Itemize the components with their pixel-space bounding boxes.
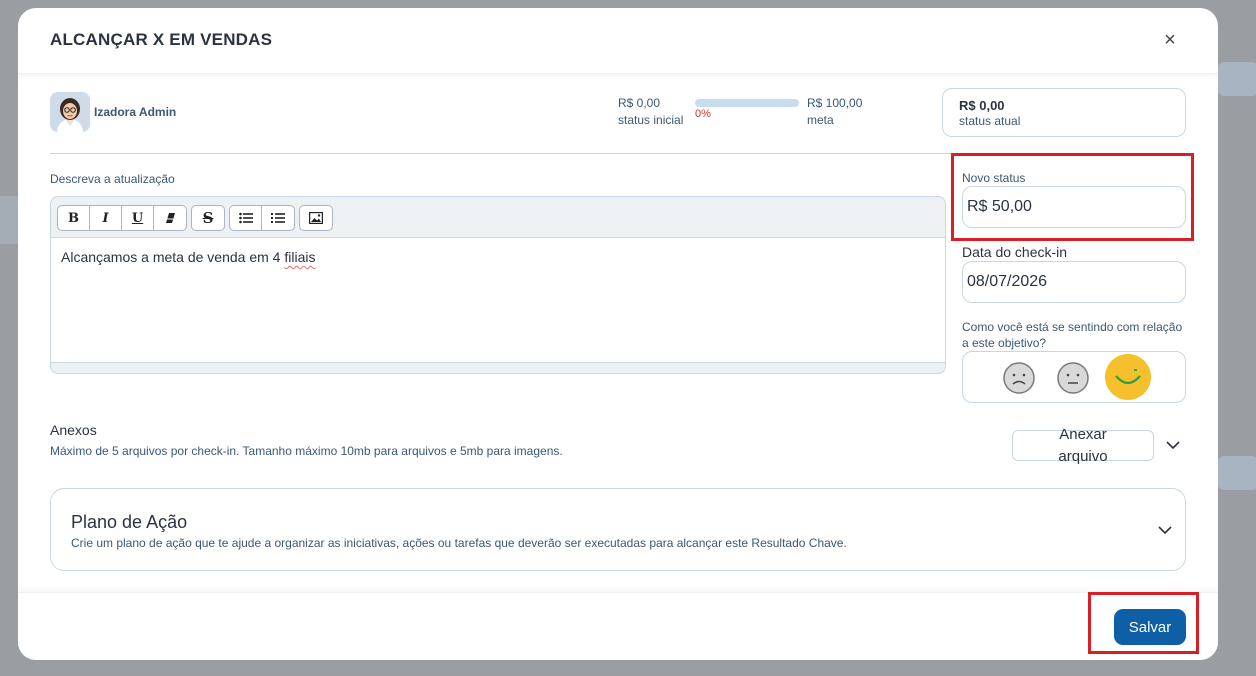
bold-icon[interactable]: B <box>58 206 90 230</box>
initial-value: R$ 0,00 <box>618 96 661 110</box>
progress-block: R$ 0,00 status inicial 0% R$ 100,00 meta <box>618 96 878 136</box>
user-info: Izadora Admin <box>50 92 176 132</box>
eraser-icon[interactable] <box>154 206 186 230</box>
action-plan-subtitle: Crie um plano de ação que te ajude a org… <box>71 536 847 550</box>
new-status-label: Novo status <box>962 171 1026 185</box>
avatar <box>50 92 90 132</box>
user-name: Izadora Admin <box>94 105 177 119</box>
new-status-input[interactable] <box>962 186 1186 228</box>
initial-label: status inicial <box>618 113 684 127</box>
happy-face-icon[interactable] <box>1104 353 1152 401</box>
current-status-box: R$ 0,00 status atual <box>942 88 1186 137</box>
divider <box>50 153 964 154</box>
bullet-list-icon[interactable] <box>230 206 262 230</box>
editor-toolbar: B I U S <box>57 205 333 231</box>
misspelled-word: filiais <box>284 249 316 265</box>
current-status-label: status atual <box>959 114 1021 128</box>
chevron-down-icon[interactable] <box>1157 525 1173 535</box>
numbered-list-icon[interactable] <box>262 206 294 230</box>
attachments-subtitle: Máximo de 5 arquivos por check-in. Taman… <box>50 444 563 458</box>
attachments-title: Anexos <box>50 422 97 438</box>
goal-label: meta <box>807 113 834 127</box>
progress-bar <box>695 99 799 107</box>
checkin-modal: ALCANÇAR X EM VENDAS × Izadora Admin R$ … <box>18 8 1218 660</box>
close-icon[interactable]: × <box>1158 28 1182 52</box>
background-dropdown <box>1218 62 1256 96</box>
modal-footer <box>18 592 1218 660</box>
description-text: Alcançamos a meta de venda em 4 <box>61 249 285 265</box>
chevron-down-icon[interactable] <box>1165 440 1181 450</box>
description-textarea[interactable]: Alcançamos a meta de venda em 4 filiais <box>51 237 945 363</box>
image-icon[interactable] <box>300 206 332 230</box>
current-status-value: R$ 0,00 <box>959 98 1005 113</box>
strikethrough-icon[interactable]: S <box>192 206 224 230</box>
modal-header: ALCANÇAR X EM VENDAS × <box>18 8 1218 74</box>
strike-group: S <box>191 205 225 231</box>
rich-text-editor: B I U S Alcançamos a meta de venda em 4 … <box>50 196 946 374</box>
progress-percent: 0% <box>695 108 711 120</box>
list-group <box>229 205 295 231</box>
neutral-face-icon[interactable] <box>1057 362 1089 394</box>
media-group <box>299 205 333 231</box>
modal-title: ALCANÇAR X EM VENDAS <box>50 30 273 49</box>
format-group: B I U <box>57 205 187 231</box>
background-button <box>1218 456 1256 490</box>
attach-file-button[interactable]: Anexar arquivo <box>1012 426 1154 465</box>
background-sidebar-item <box>0 196 18 244</box>
checkin-date-label: Data do check-in <box>962 244 1068 260</box>
description-label: Descreva a atualização <box>50 172 175 186</box>
attach-file-label: Anexar arquivo <box>1058 425 1108 465</box>
goal-value: R$ 100,00 <box>807 96 863 110</box>
sad-face-icon[interactable] <box>1003 362 1035 394</box>
feeling-label: Como você está se sentindo com relação a… <box>962 320 1183 350</box>
underline-icon[interactable]: U <box>122 206 154 230</box>
italic-icon[interactable]: I <box>90 206 122 230</box>
mood-selector <box>962 351 1186 403</box>
action-plan-title: Plano de Ação <box>71 512 188 532</box>
action-plan-panel[interactable]: Plano de Ação Crie um plano de ação que … <box>50 488 1186 571</box>
checkin-date-input[interactable] <box>962 261 1186 303</box>
save-button[interactable]: Salvar <box>1114 609 1186 645</box>
